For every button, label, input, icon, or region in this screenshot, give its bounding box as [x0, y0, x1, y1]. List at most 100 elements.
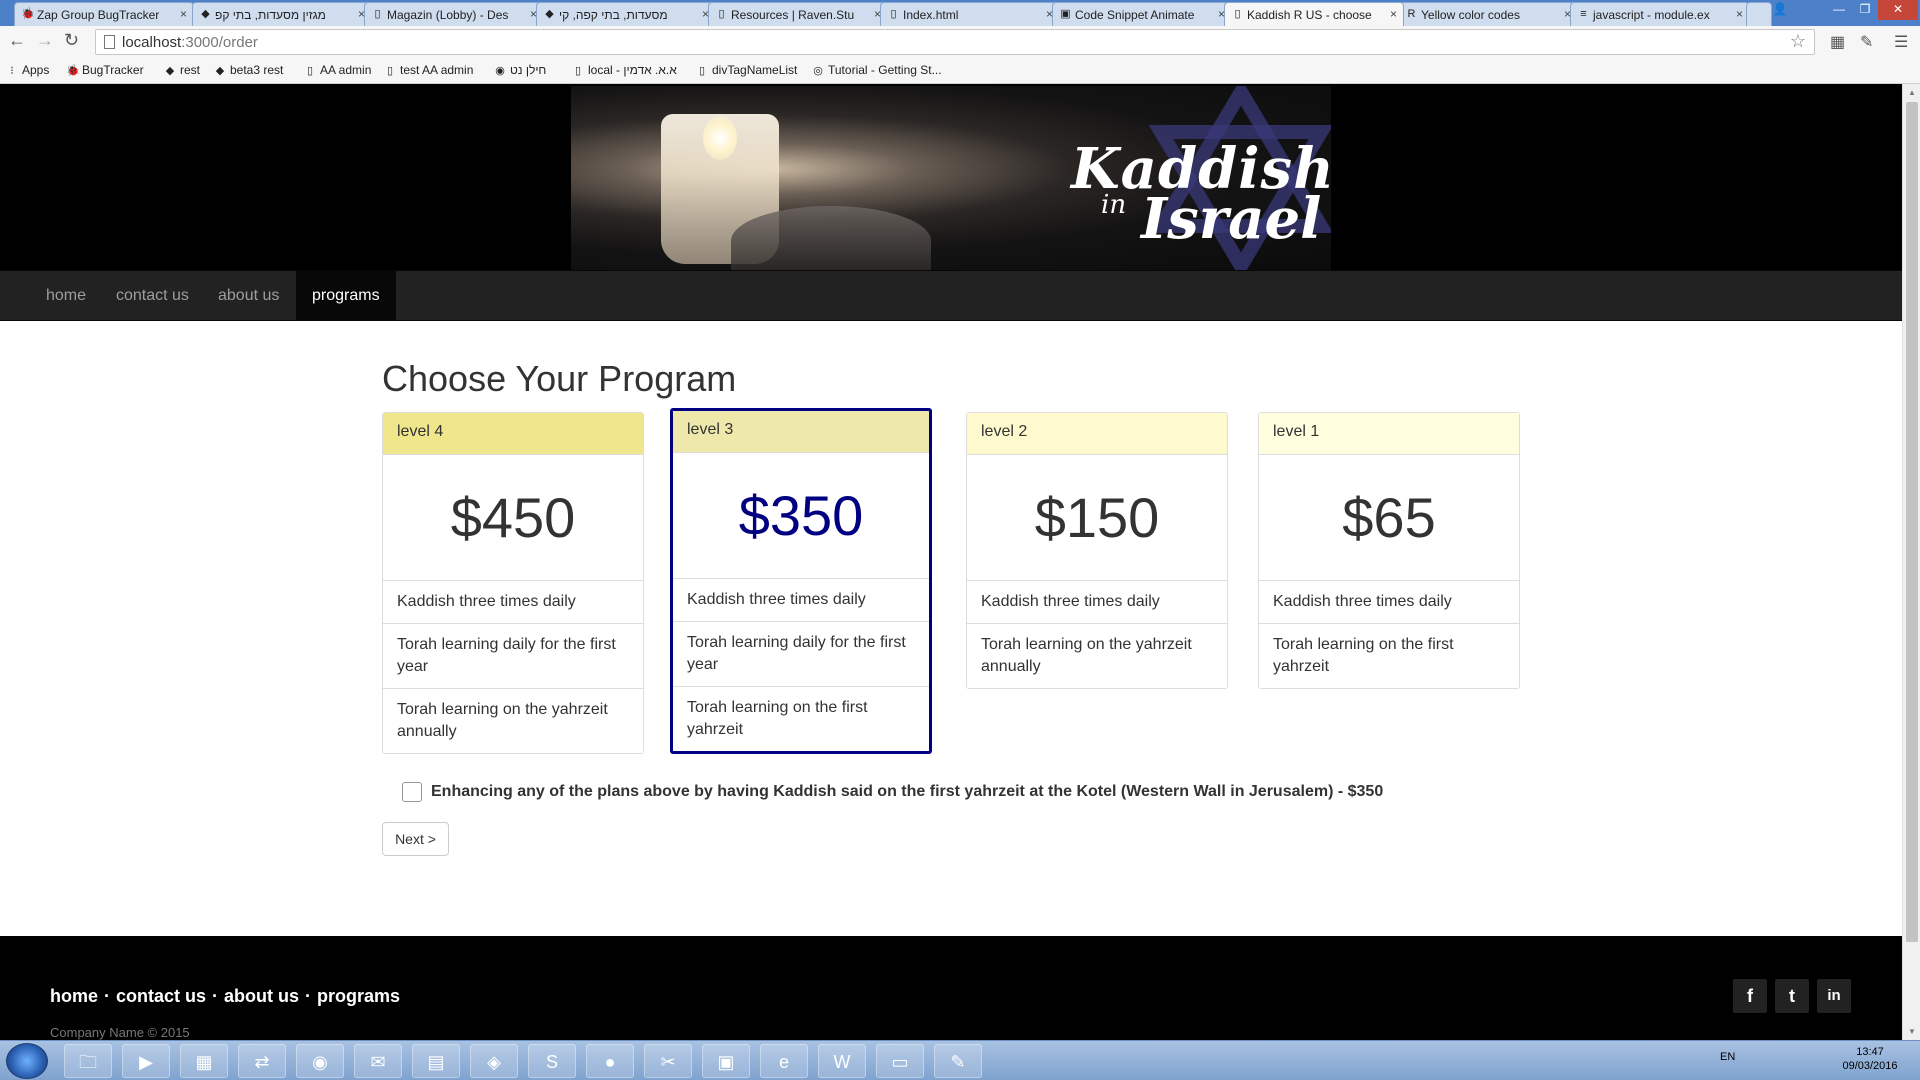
- firefox-icon[interactable]: ●: [586, 1044, 634, 1078]
- close-window-icon[interactable]: ✕: [1878, 0, 1918, 20]
- cmd-icon[interactable]: ▭: [876, 1044, 924, 1078]
- bookmark-star-icon[interactable]: ☆: [1790, 31, 1806, 52]
- apps-grid-icon[interactable]: ▦: [180, 1044, 228, 1078]
- teamviewer-icon[interactable]: ⇄: [238, 1044, 286, 1078]
- extension-icon[interactable]: ▦: [1830, 32, 1845, 52]
- plan-card-level-3[interactable]: level 3 $350 Kaddish three times daily Tora…: [670, 408, 932, 754]
- plan-feature: Torah learning daily for the first year: [383, 624, 643, 689]
- bookmark-item[interactable]: ◎ Tutorial - Getting St...: [812, 63, 941, 77]
- bookmark-label: חילן נט: [510, 63, 547, 77]
- site-navbar: home contact us about us programs: [0, 270, 1902, 321]
- browser-tab[interactable]: ▣ Code Snippet Animate ×: [1052, 2, 1232, 26]
- sublime-icon[interactable]: S: [528, 1044, 576, 1078]
- explorer-icon[interactable]: 🗀: [64, 1044, 112, 1078]
- scrollbar-thumb[interactable]: [1906, 102, 1918, 942]
- candle-flame-image: [703, 116, 737, 160]
- forward-icon[interactable]: →: [36, 30, 54, 51]
- bookmark-item[interactable]: ▯ local - א.א. אדמין: [572, 63, 677, 77]
- doc-icon: ▯: [574, 65, 582, 77]
- browser-tab[interactable]: ≡ javascript - module.ex ×: [1570, 2, 1750, 26]
- language-indicator[interactable]: EN: [1720, 1051, 1735, 1063]
- outlook-icon[interactable]: ✉: [354, 1044, 402, 1078]
- footer-link-programs[interactable]: programs: [317, 986, 400, 1006]
- tab-title: Kaddish R US - choose: [1247, 8, 1372, 22]
- clock-time: 13:47: [1856, 1046, 1884, 1058]
- start-button[interactable]: [6, 1043, 48, 1079]
- nav-contact-us[interactable]: contact us: [100, 271, 205, 320]
- kotel-addon-checkbox[interactable]: [402, 782, 422, 802]
- nav-home[interactable]: home: [30, 271, 102, 320]
- plan-feature: Torah learning on the yahrzeit annually: [397, 701, 608, 740]
- bookmark-item[interactable]: ◆ rest: [164, 63, 200, 77]
- header-banner: Kaddish in Israel: [571, 86, 1331, 270]
- bookmark-item[interactable]: ▯ divTagNameList: [696, 63, 797, 77]
- bookmark-label: local - א.א. אדמין: [588, 63, 677, 77]
- clock[interactable]: 13:47 09/03/2016: [1840, 1045, 1900, 1073]
- close-tab-icon[interactable]: ×: [1736, 7, 1743, 21]
- media-player-icon[interactable]: ▶: [122, 1044, 170, 1078]
- extension-2-icon[interactable]: ✎: [1860, 32, 1873, 52]
- internet-explorer-icon[interactable]: e: [760, 1044, 808, 1078]
- browser-tab[interactable]: ◆ מסעדות, בתי קפה, קי ×: [536, 2, 716, 26]
- windows-taskbar: 🗀 ▶ ▦ ⇄ ◉ ✉ ▤ ◈ S ● ✂ ▣ e W ▭ ✎ EN 13:47…: [0, 1040, 1920, 1080]
- tab-title: Zap Group BugTracker: [37, 8, 160, 22]
- browser-tab[interactable]: R Yellow color codes ×: [1398, 2, 1578, 26]
- doc-icon: ▯: [386, 65, 394, 77]
- bookmark-item[interactable]: ▯ AA admin: [304, 63, 371, 77]
- facebook-icon[interactable]: f: [1733, 979, 1767, 1013]
- plan-feature: Kaddish three times daily: [967, 581, 1227, 624]
- menu-icon[interactable]: ☰: [1894, 32, 1908, 52]
- bookmark-item[interactable]: 🐞 BugTracker: [66, 63, 144, 77]
- browser-tab[interactable]: ▯ Resources | Raven.Stu ×: [708, 2, 888, 26]
- nav-about-us[interactable]: about us: [202, 271, 295, 320]
- bookmark-label: divTagNameList: [712, 63, 798, 77]
- screenshot-icon[interactable]: ▣: [702, 1044, 750, 1078]
- browser-tab[interactable]: ▯ Kaddish R US - choose ×: [1224, 2, 1404, 26]
- nav-programs[interactable]: programs: [296, 271, 396, 320]
- bookmark-item[interactable]: ◆ beta3 rest: [214, 63, 284, 77]
- back-icon[interactable]: ←: [8, 30, 26, 51]
- footer-link-home[interactable]: home: [50, 986, 98, 1006]
- maximize-icon[interactable]: ❐: [1852, 0, 1878, 20]
- browser-tab[interactable]: ▯ Index.html ×: [880, 2, 1060, 26]
- plan-feature: Torah learning daily for the first year: [673, 622, 929, 687]
- footer-link-contact-us[interactable]: contact us: [116, 986, 206, 1006]
- close-tab-icon[interactable]: ×: [180, 7, 187, 21]
- browser-tab[interactable]: ◆ מגזין מסעדות, בתי קפ ×: [192, 2, 372, 26]
- copyright-text: Company Name © 2015: [50, 1025, 190, 1040]
- chrome-icon[interactable]: ◉: [296, 1044, 344, 1078]
- scroll-up-icon[interactable]: ▲: [1908, 88, 1916, 97]
- twitter-icon[interactable]: t: [1775, 979, 1809, 1013]
- word-icon[interactable]: W: [818, 1044, 866, 1078]
- visual-studio-icon[interactable]: ◈: [470, 1044, 518, 1078]
- paint-icon[interactable]: ✎: [934, 1044, 982, 1078]
- close-tab-icon[interactable]: ×: [1390, 7, 1397, 21]
- site-icon: ◆: [215, 65, 225, 77]
- page-scrollbar[interactable]: ▲ ▼: [1902, 84, 1920, 1040]
- doc-icon: ▯: [698, 65, 706, 77]
- browser-tab[interactable]: 🐞 Zap Group BugTracker ×: [14, 2, 194, 26]
- footer-link-about-us[interactable]: about us: [224, 986, 299, 1006]
- page-icon: [104, 35, 115, 49]
- page-title: Choose Your Program: [382, 358, 737, 399]
- minimize-icon[interactable]: —: [1826, 0, 1852, 20]
- notes-icon[interactable]: ▤: [412, 1044, 460, 1078]
- logo-in: in: [1101, 190, 1127, 220]
- url-text: localhost:3000/order: [122, 34, 258, 51]
- bookmark-item[interactable]: ⁝ Apps: [6, 63, 49, 77]
- browser-tab[interactable]: ▯ Magazin (Lobby) - Des ×: [364, 2, 544, 26]
- scroll-down-icon[interactable]: ▼: [1908, 1027, 1916, 1036]
- next-button[interactable]: Next >: [382, 822, 449, 856]
- plan-card-level-1[interactable]: level 1 $65 Kaddish three times daily Torah…: [1258, 412, 1520, 689]
- snipping-tool-icon[interactable]: ✂: [644, 1044, 692, 1078]
- user-icon[interactable]: 👤: [1768, 0, 1792, 20]
- bookmark-item[interactable]: ▯ test AA admin: [384, 63, 473, 77]
- address-bar[interactable]: localhost:3000/order ☆: [95, 29, 1815, 55]
- plan-price: $450: [383, 455, 643, 581]
- plan-card-level-4[interactable]: level 4 $450 Kaddish three times daily Tora…: [382, 412, 644, 754]
- plan-card-level-2[interactable]: level 2 $150 Kaddish three times daily Tora…: [966, 412, 1228, 689]
- plan-feature: Torah learning on the first yahrzeit: [1273, 636, 1454, 675]
- linkedin-icon[interactable]: in: [1817, 979, 1851, 1013]
- reload-icon[interactable]: ↻: [64, 30, 79, 51]
- bookmark-item[interactable]: ◉ חילן נט: [494, 63, 546, 77]
